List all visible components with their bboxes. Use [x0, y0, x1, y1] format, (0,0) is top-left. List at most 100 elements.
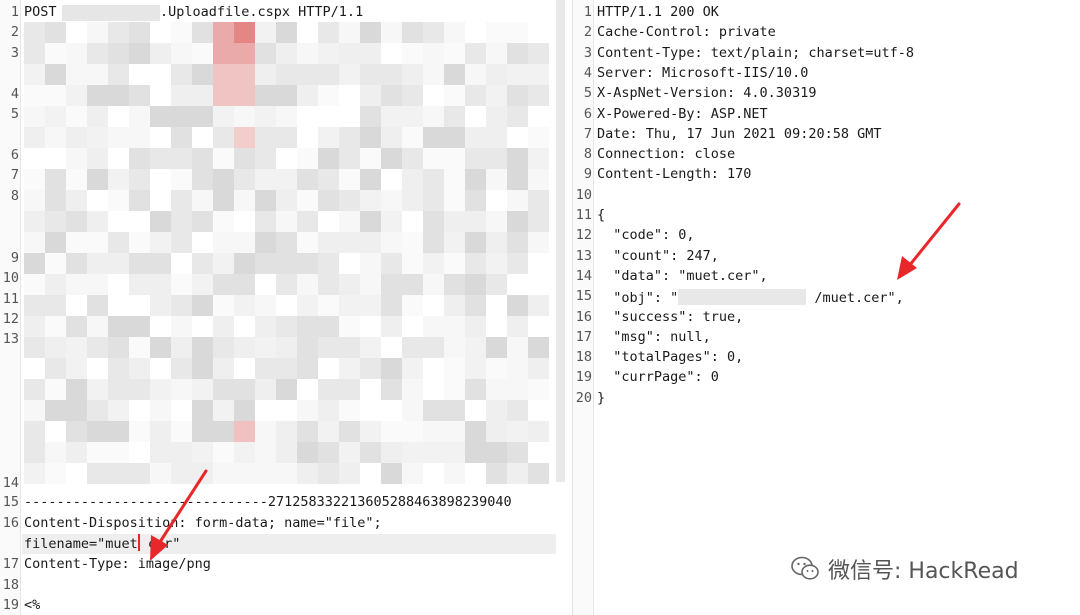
mosaic-cell: [402, 22, 423, 43]
response-line: "data": "muet.cer",: [597, 267, 768, 284]
mosaic-cell: [339, 400, 360, 421]
mosaic-cell: [87, 211, 108, 232]
mosaic-cell: [381, 106, 402, 127]
line-number: 1: [10, 4, 19, 20]
line-number: 11: [2, 291, 19, 307]
mosaic-cell: [465, 295, 486, 316]
mosaic-cell: [528, 316, 549, 337]
mosaic-cell: [129, 106, 150, 127]
mosaic-cell: [213, 337, 234, 358]
mosaic-cell: [192, 22, 213, 43]
mosaic-cell: [66, 106, 87, 127]
mosaic-cell: [24, 316, 45, 337]
request-editor[interactable]: 1 2 3 4 5 6 7 8 9 10 11 12 13 14 15 16 1…: [0, 0, 567, 615]
pixelated-redaction: [24, 22, 549, 484]
mosaic-cell: [276, 22, 297, 43]
vertical-scrollbar[interactable]: [556, 0, 565, 482]
mosaic-cell: [339, 442, 360, 463]
line-number: 14: [575, 267, 592, 284]
response-line: "code": 0,: [597, 227, 695, 244]
mosaic-cell: [339, 22, 360, 43]
line-number: 5: [10, 106, 19, 122]
mosaic-cell: [171, 85, 192, 106]
mosaic-cell: [465, 316, 486, 337]
mosaic-cell: [486, 274, 507, 295]
mosaic-row: [24, 148, 549, 169]
mosaic-cell: [87, 337, 108, 358]
mosaic-cell: [444, 232, 465, 253]
mosaic-cell: [192, 148, 213, 169]
mosaic-row: [24, 358, 549, 379]
mosaic-cell: [87, 106, 108, 127]
line-number: 13: [575, 247, 592, 264]
mosaic-cell: [528, 169, 549, 190]
mosaic-cell: [381, 232, 402, 253]
mosaic-cell: [444, 337, 465, 358]
mosaic-cell: [381, 148, 402, 169]
mosaic-cell: [339, 253, 360, 274]
mosaic-cell: [318, 316, 339, 337]
line-number: 19: [575, 369, 592, 386]
mosaic-cell: [213, 22, 234, 43]
mosaic-cell: [108, 127, 129, 148]
mosaic-cell: [507, 169, 528, 190]
mosaic-cell: [171, 232, 192, 253]
mosaic-cell: [381, 253, 402, 274]
mosaic-cell: [465, 400, 486, 421]
mosaic-cell: [423, 295, 444, 316]
mosaic-cell: [45, 169, 66, 190]
mosaic-cell: [150, 316, 171, 337]
mosaic-cell: [213, 400, 234, 421]
mosaic-cell: [276, 442, 297, 463]
mosaic-cell: [465, 379, 486, 400]
mosaic-cell: [528, 22, 549, 43]
mosaic-cell: [150, 232, 171, 253]
line-number: 4: [583, 64, 592, 81]
mosaic-cell: [45, 127, 66, 148]
mosaic-cell: [66, 190, 87, 211]
response-line: Content-Type: text/plain; charset=utf-8: [597, 44, 914, 61]
mosaic-cell: [87, 463, 108, 484]
mosaic-cell: [360, 43, 381, 64]
mosaic-cell: [528, 463, 549, 484]
response-viewer[interactable]: 1 2 3 4 5 6 7 8 9 10 11 12 13 14 15 16 17 18 19 20 HTTP/1.1…: [572, 0, 1080, 615]
mosaic-cell: [507, 253, 528, 274]
mosaic-cell: [66, 400, 87, 421]
mosaic-cell: [360, 463, 381, 484]
mosaic-cell: [171, 379, 192, 400]
mosaic-cell: [444, 22, 465, 43]
mosaic-cell: [129, 211, 150, 232]
mosaic-cell: [45, 442, 66, 463]
mosaic-cell: [24, 358, 45, 379]
mosaic-cell: [87, 22, 108, 43]
mosaic-cell: [24, 127, 45, 148]
mosaic-cell: [360, 232, 381, 253]
mosaic-cell: [486, 169, 507, 190]
mosaic-cell: [339, 64, 360, 85]
mosaic-cell: [234, 232, 255, 253]
mosaic-cell: [297, 295, 318, 316]
multipart-boundary: ------------------------------2712583322…: [24, 494, 512, 510]
mosaic-cell: [465, 442, 486, 463]
mosaic-cell: [297, 421, 318, 442]
line-number: 9: [583, 166, 592, 183]
mosaic-cell: [255, 85, 276, 106]
mosaic-cell: [423, 463, 444, 484]
mosaic-cell: [360, 106, 381, 127]
mosaic-cell: [255, 463, 276, 484]
line-number: 2: [583, 24, 592, 41]
mosaic-cell: [381, 421, 402, 442]
mosaic-cell: [465, 232, 486, 253]
mosaic-cell: [402, 211, 423, 232]
line-number: 18: [575, 349, 592, 366]
mosaic-cell: [402, 358, 423, 379]
mosaic-cell: [234, 64, 255, 85]
mosaic-cell: [465, 358, 486, 379]
mosaic-cell: [234, 106, 255, 127]
mosaic-cell: [423, 358, 444, 379]
mosaic-cell: [213, 211, 234, 232]
mosaic-cell: [255, 127, 276, 148]
mosaic-cell: [339, 358, 360, 379]
mosaic-cell: [339, 274, 360, 295]
mosaic-cell: [423, 148, 444, 169]
